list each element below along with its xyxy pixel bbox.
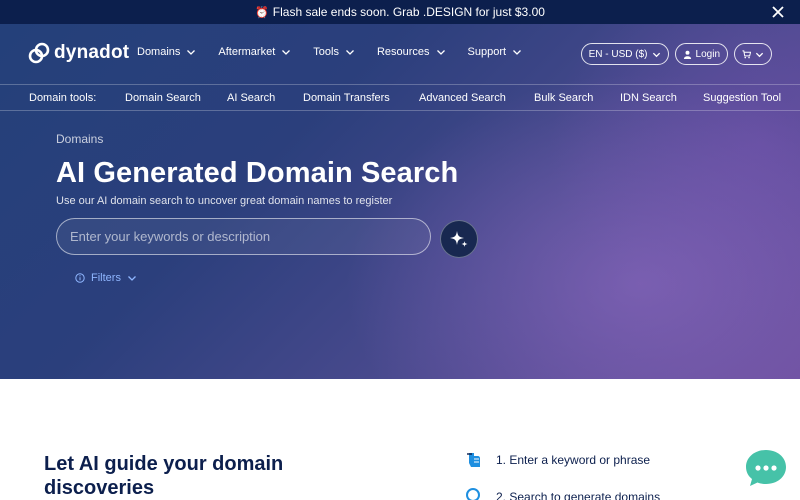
guide-heading: Let AI guide your domain discoveries: [44, 452, 283, 500]
locale-label: EN - USD ($): [588, 48, 648, 60]
menu-label: Resources: [376, 46, 430, 58]
filters-label: Filters: [91, 272, 121, 284]
user-icon: [683, 50, 691, 59]
tool-domain-search[interactable]: Domain Search: [125, 92, 201, 104]
search-icon: [466, 488, 480, 500]
login-button[interactable]: Login: [674, 43, 728, 65]
hand-pointer-icon: [467, 453, 480, 467]
chevron-down-icon: [513, 50, 522, 55]
ai-search-button[interactable]: [440, 220, 478, 258]
cart-button[interactable]: [734, 43, 772, 65]
domain-tools-label: Domain tools:: [29, 92, 97, 104]
chevron-down-icon: [345, 50, 354, 55]
guide-heading-line: Let AI guide your domain: [44, 453, 284, 475]
page-title: AI Generated Domain Search: [56, 157, 459, 189]
menu-item-domains[interactable]: Domains: [137, 46, 196, 58]
domain-tools-nav: Domain tools: Domain Search AI Search Do…: [0, 84, 800, 111]
menu-item-support[interactable]: Support: [468, 46, 523, 58]
locale-selector[interactable]: EN - USD ($): [580, 43, 669, 65]
menu-label: Support: [467, 46, 507, 58]
tool-idn-search[interactable]: IDN Search: [620, 92, 677, 104]
info-circle-icon: [75, 273, 85, 283]
menu-label: Aftermarket: [218, 46, 276, 58]
dynadot-logo-icon: [28, 42, 50, 64]
main-menu: Domains Aftermarket Tools Resources Supp…: [137, 46, 544, 58]
chat-bubble-icon[interactable]: [744, 448, 788, 488]
chevron-down-icon: [436, 50, 445, 55]
filters-toggle[interactable]: Filters: [75, 272, 137, 284]
promo-text: Flash sale ends soon. Grab .DESIGN for j…: [272, 5, 545, 19]
chevron-down-icon: [755, 52, 764, 57]
breadcrumb[interactable]: Domains: [56, 132, 103, 146]
logo-text: dynadot: [54, 42, 130, 63]
sparkle-icon: [450, 231, 468, 247]
menu-label: Tools: [313, 46, 339, 58]
tool-advanced-search[interactable]: Advanced Search: [419, 92, 506, 104]
menu-label: Domains: [137, 46, 181, 58]
guide-step-1: 1. Enter a keyword or phrase: [496, 453, 651, 467]
chevron-down-icon: [282, 50, 291, 55]
close-icon[interactable]: [770, 4, 786, 20]
search-input[interactable]: [56, 218, 431, 255]
menu-item-aftermarket[interactable]: Aftermarket: [218, 46, 291, 58]
chevron-down-icon: [187, 50, 196, 55]
tool-bulk-search[interactable]: Bulk Search: [534, 92, 593, 104]
chevron-down-icon: [127, 276, 136, 281]
page-subtitle: Use our AI domain search to uncover grea…: [56, 195, 393, 207]
login-label: Login: [695, 48, 720, 60]
cart-icon: [742, 49, 751, 58]
promo-banner: ⏰ Flash sale ends soon. Grab .DESIGN for…: [0, 0, 800, 24]
guide-step-2: 2. Search to generate domains: [496, 490, 661, 500]
main-nav: dynadot Domains Aftermarket Tools Resour…: [0, 24, 800, 84]
menu-item-tools[interactable]: Tools: [313, 46, 355, 58]
logo[interactable]: dynadot: [28, 42, 129, 64]
chevron-down-icon: [652, 52, 660, 57]
menu-item-resources[interactable]: Resources: [377, 46, 446, 58]
guide-heading-line: discoveries: [44, 477, 155, 499]
hero-section: dynadot Domains Aftermarket Tools Resour…: [0, 24, 800, 379]
alarm-clock-icon: ⏰: [255, 6, 269, 19]
tool-ai-search[interactable]: AI Search: [227, 92, 275, 104]
tool-domain-transfers[interactable]: Domain Transfers: [303, 92, 390, 104]
tool-suggestion-tool[interactable]: Suggestion Tool: [703, 92, 781, 104]
header-controls: EN - USD ($) Login: [575, 43, 772, 65]
